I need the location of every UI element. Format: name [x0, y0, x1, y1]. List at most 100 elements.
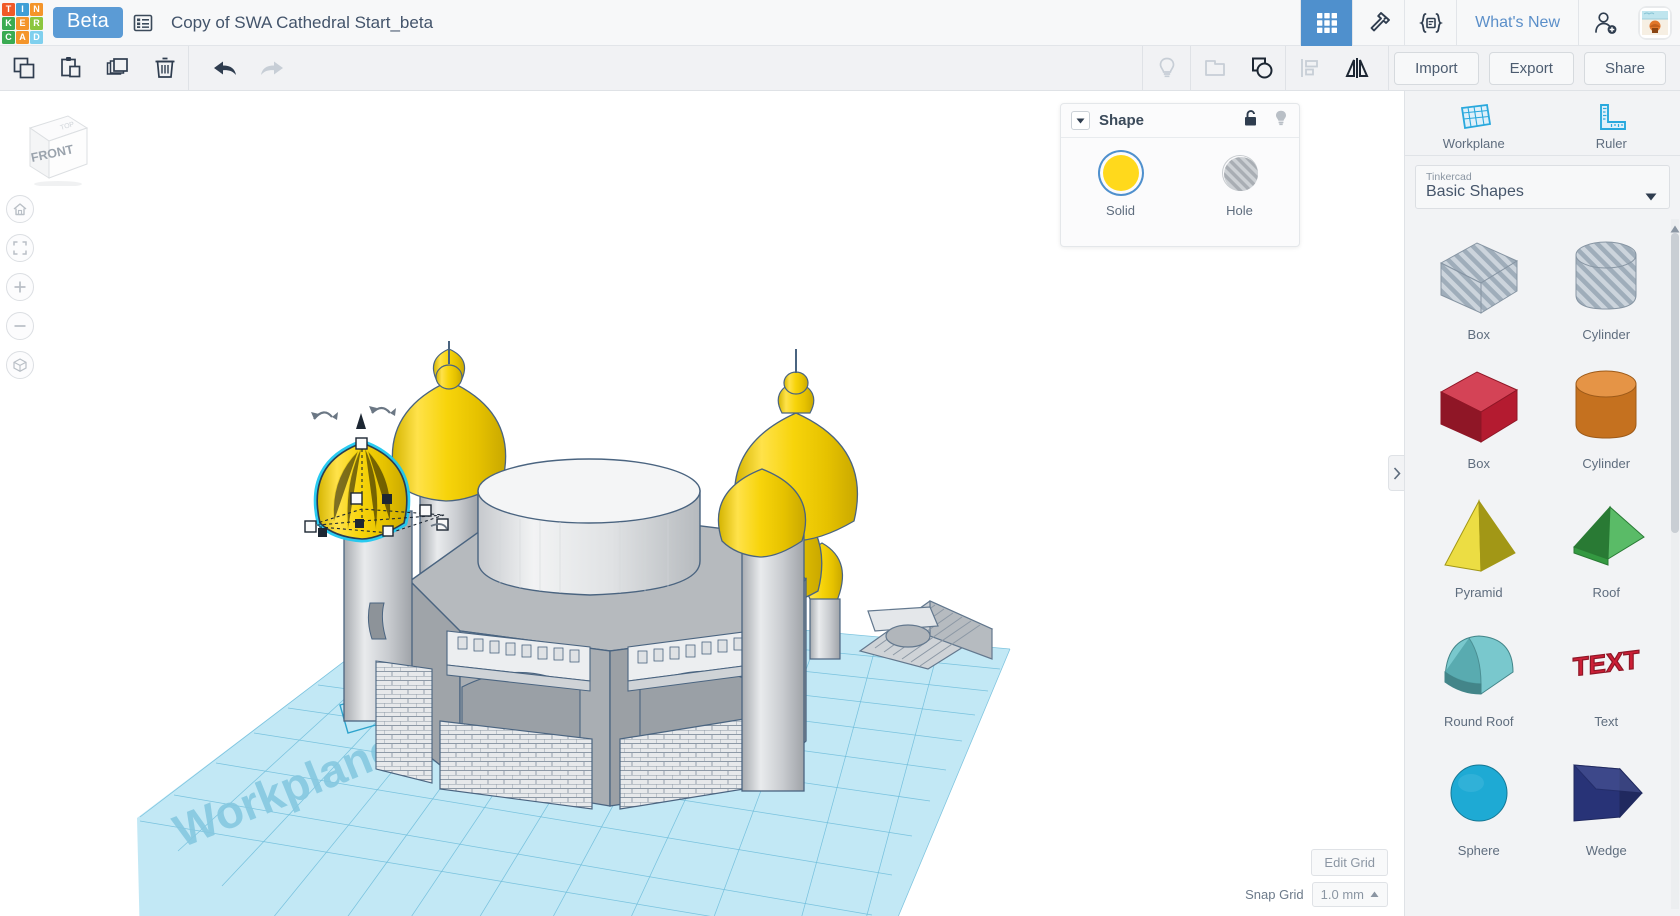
- undo-arrow-icon[interactable]: [201, 46, 248, 91]
- shape-item-label: Cylinder: [1582, 327, 1631, 342]
- solid-label: Solid: [1106, 203, 1135, 218]
- logo-tile-t-0: T: [2, 2, 15, 16]
- app-header: TIN KER CAD Beta Copy of SWA Cathedral Sta…: [0, 0, 1680, 46]
- paste-icon[interactable]: [47, 46, 94, 91]
- hammer-icon[interactable]: [1352, 0, 1404, 46]
- logo-tile-d-8: D: [30, 30, 43, 44]
- shape-library-item-wedge-9[interactable]: Wedge: [1543, 735, 1671, 864]
- scroll-up-arrow-icon[interactable]: [1670, 220, 1680, 238]
- tinkercad-app: TIN KER CAD Beta Copy of SWA Cathedral Sta…: [0, 0, 1680, 916]
- align-icon[interactable]: [1286, 46, 1333, 91]
- group-shapes-icon[interactable]: [1191, 46, 1238, 91]
- logo-tile-r-5: R: [30, 16, 43, 30]
- shape-library-item-roof-5[interactable]: Roof: [1543, 477, 1671, 606]
- view-cube[interactable]: FRONT TOP: [12, 106, 92, 191]
- shape-library-item-box-2[interactable]: Box: [1415, 348, 1543, 477]
- beta-badge[interactable]: Beta: [53, 7, 123, 38]
- ungroup-shapes-icon[interactable]: [1238, 46, 1285, 91]
- shape-library-grid[interactable]: Box Cylinder Box Cylinder Pyramid Roof R…: [1405, 219, 1680, 909]
- code-blocks-icon[interactable]: [1404, 0, 1456, 46]
- library-vendor: Tinkercad: [1426, 171, 1472, 183]
- solid-option[interactable]: Solid: [1061, 155, 1180, 218]
- main-toolbar: Import Export Share: [0, 45, 1680, 91]
- toolbar-divider: [1388, 45, 1390, 91]
- caret-down-icon: [1645, 188, 1657, 206]
- hole-label: Hole: [1226, 203, 1253, 218]
- logo-tile-c-6: C: [2, 30, 15, 44]
- delete-trash-icon[interactable]: [141, 46, 188, 91]
- workplane-grid-icon: [1460, 103, 1491, 129]
- snap-grid-label: Snap Grid: [1245, 887, 1304, 902]
- whats-new-link[interactable]: What's New: [1456, 0, 1578, 46]
- hole-swatch: [1221, 155, 1258, 191]
- snap-grid-row: Snap Grid 1.0 mm: [1245, 882, 1388, 907]
- shape-popup-body: Solid Hole: [1061, 138, 1299, 218]
- snap-grid-value: 1.0 mm: [1320, 887, 1364, 902]
- shape-library-item-sphere-8[interactable]: Sphere: [1415, 735, 1543, 864]
- person-add-icon[interactable]: [1578, 0, 1630, 46]
- hole-option[interactable]: Hole: [1180, 155, 1299, 218]
- solid-swatch: [1102, 155, 1139, 191]
- panel-top-tools: Workplane Ruler: [1405, 91, 1680, 156]
- copy-icon[interactable]: [0, 46, 47, 91]
- mirror-flip-icon[interactable]: [1333, 46, 1380, 91]
- shape-popup-header: Shape: [1061, 104, 1299, 138]
- unlock-padlock-icon[interactable]: [1242, 109, 1259, 132]
- shapes-side-panel: Workplane Ruler Tinkercad Basic Shapes B…: [1404, 91, 1680, 916]
- workplane-tool[interactable]: Workplane: [1405, 91, 1543, 155]
- move-cone-handle: [356, 413, 366, 429]
- rotate-handles[interactable]: [313, 406, 391, 420]
- shape-library-item-box-0[interactable]: Box: [1415, 219, 1543, 348]
- import-button[interactable]: Import: [1394, 51, 1479, 85]
- shape-item-label: Cylinder: [1582, 456, 1631, 471]
- library-name: Basic Shapes: [1426, 183, 1524, 200]
- orthographic-toggle-button[interactable]: [6, 351, 34, 379]
- shape-item-label: Sphere: [1457, 843, 1500, 858]
- shape-library-select[interactable]: Tinkercad Basic Shapes: [1415, 165, 1670, 209]
- share-button[interactable]: Share: [1583, 51, 1666, 85]
- shape-library-item-pyramid-4[interactable]: Pyramid: [1415, 477, 1543, 606]
- edit-grid-button[interactable]: Edit Grid: [1311, 849, 1388, 876]
- duplicate-icon[interactable]: [94, 46, 141, 91]
- header-right-group: What's New: [1300, 0, 1680, 46]
- workplane-tool-label: Workplane: [1442, 135, 1505, 151]
- ruler-tool-label: Ruler: [1595, 135, 1627, 151]
- shape-item-label: Wedge: [1585, 843, 1627, 858]
- redo-arrow-icon[interactable]: [248, 46, 295, 91]
- shape-library-item-cylinder-1[interactable]: Cylinder: [1543, 219, 1671, 348]
- toolbar-divider: [188, 45, 189, 91]
- panel-collapse-handle[interactable]: [1388, 455, 1404, 491]
- ruler-icon: [1600, 103, 1627, 130]
- shape-popup-title: Shape: [1099, 112, 1145, 129]
- lightbulb-icon[interactable]: [1273, 109, 1289, 133]
- shape-item-label: Box: [1467, 327, 1490, 342]
- shape-properties-popup[interactable]: Shape Solid Hole: [1060, 103, 1300, 247]
- arcade-left: [446, 630, 591, 740]
- toolbar-right-group: Import Export Share: [1142, 45, 1680, 91]
- logo-tile-k-3: K: [2, 16, 15, 30]
- home-view-button[interactable]: [6, 195, 34, 223]
- user-avatar[interactable]: [1638, 5, 1672, 40]
- list-panel-icon[interactable]: [123, 1, 163, 45]
- svg-text:TEXT: TEXT: [1573, 644, 1639, 682]
- chevron-down-icon[interactable]: [1071, 111, 1090, 130]
- tinkercad-logo[interactable]: TIN KER CAD: [1, 2, 43, 44]
- shape-item-label: Pyramid: [1454, 585, 1503, 600]
- document-title[interactable]: Copy of SWA Cathedral Start_beta: [171, 13, 433, 33]
- logo-tile-n-2: N: [30, 2, 43, 16]
- fit-all-button[interactable]: [6, 234, 34, 262]
- logo-tile-a-7: A: [16, 30, 29, 44]
- shape-library-item-round-roof-6[interactable]: Round Roof: [1415, 606, 1543, 735]
- ruler-tool[interactable]: Ruler: [1543, 91, 1680, 155]
- export-button[interactable]: Export: [1488, 51, 1574, 85]
- shape-item-label: Box: [1467, 456, 1490, 471]
- zoom-out-button[interactable]: [6, 312, 34, 340]
- blocks-grid-icon[interactable]: [1300, 0, 1353, 46]
- lightbulb-icon[interactable]: [1143, 46, 1190, 91]
- chevron-right-icon: [1393, 466, 1401, 480]
- zoom-in-button[interactable]: [6, 273, 34, 301]
- panel-scrollbar-thumb[interactable]: [1671, 233, 1679, 533]
- shape-library-item-text-7[interactable]: TEXT Text: [1543, 606, 1671, 735]
- shape-library-item-cylinder-3[interactable]: Cylinder: [1543, 348, 1671, 477]
- snap-grid-select[interactable]: 1.0 mm: [1311, 882, 1388, 907]
